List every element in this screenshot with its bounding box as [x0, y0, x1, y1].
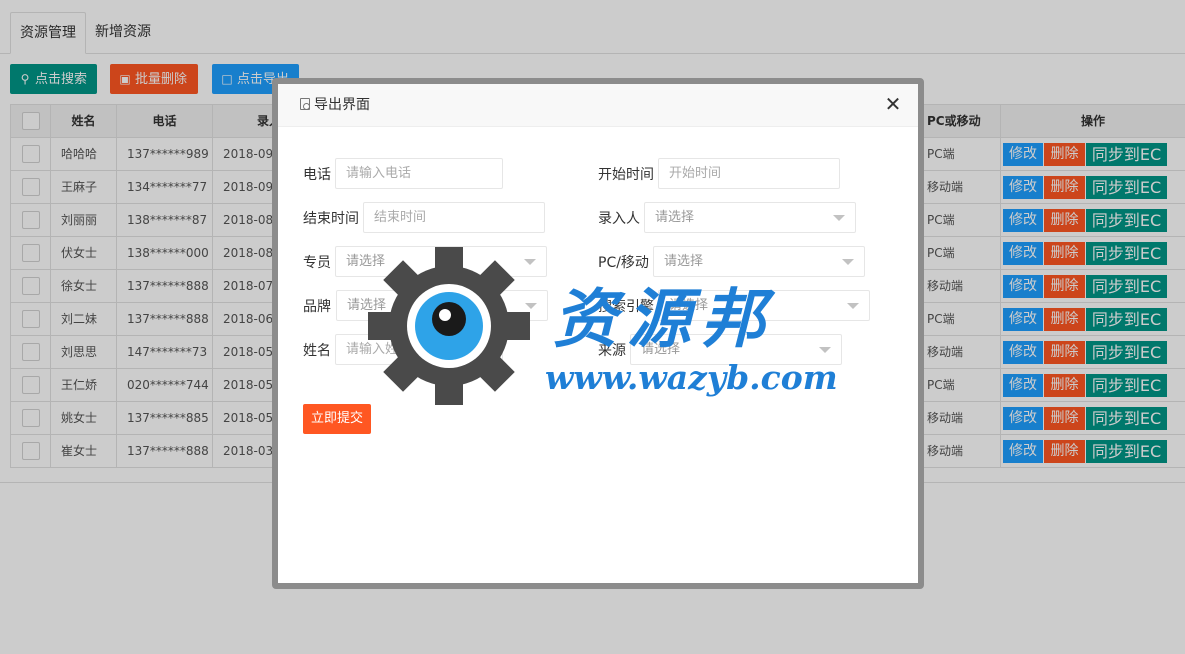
entry-person-select[interactable]: 请选择: [644, 202, 856, 233]
gear-eye-logo-icon: [368, 247, 530, 405]
entry-person-label: 录入人: [598, 211, 640, 227]
specialist-label: 专员: [303, 255, 331, 271]
pc-mobile-value: 请选择: [664, 254, 704, 269]
chevron-down-icon: [819, 347, 831, 353]
dialog-header: 导出界面 ✕: [278, 84, 918, 127]
chevron-down-icon: [847, 303, 859, 309]
chevron-down-icon: [842, 259, 854, 265]
end-time-input[interactable]: [363, 202, 545, 233]
watermark-url: www.wazyb.com: [545, 358, 838, 397]
dialog-title: 导出界面: [300, 84, 370, 127]
start-time-label: 开始时间: [598, 167, 654, 183]
document-icon: [300, 98, 310, 110]
phone-input[interactable]: [335, 158, 503, 189]
brand-label: 品牌: [303, 299, 331, 315]
entry-person-value: 请选择: [655, 210, 695, 225]
phone-label: 电话: [303, 167, 331, 183]
start-time-input[interactable]: [658, 158, 840, 189]
chevron-down-icon: [833, 215, 845, 221]
dialog-title-text: 导出界面: [314, 97, 370, 113]
submit-button[interactable]: 立即提交: [303, 404, 371, 434]
name-label: 姓名: [303, 343, 331, 359]
end-time-label: 结束时间: [303, 211, 359, 227]
watermark-brand: 资源邦: [553, 282, 775, 357]
close-icon[interactable]: ✕: [884, 94, 902, 114]
